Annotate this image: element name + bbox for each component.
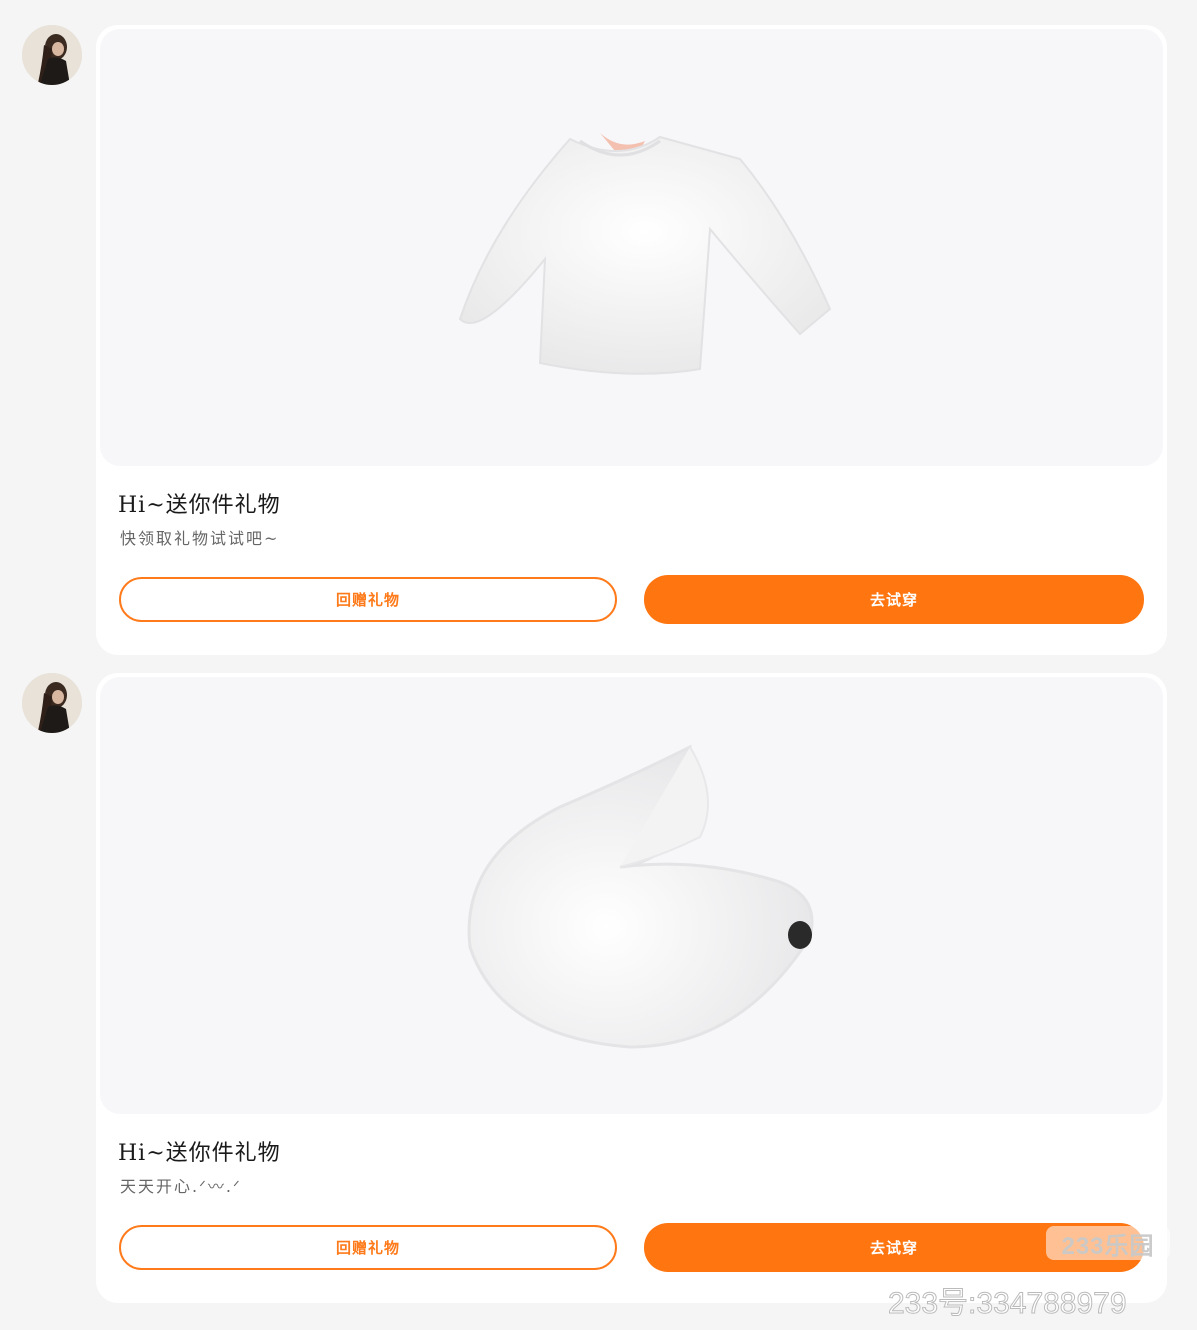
gift-card: Hi~送你件礼物 天天开心.ᐟ〰.ᐟ 回赠礼物 去试穿: [96, 673, 1167, 1303]
gift-subtitle: 天天开心.ᐟ〰.ᐟ: [120, 1177, 242, 1196]
avatar-image: [22, 25, 82, 85]
watermark-logo: 233乐园: [1046, 1226, 1170, 1260]
gift-card: Hi~送你件礼物 快领取礼物试试吧~ 回赠礼物 去试穿: [96, 25, 1167, 655]
gift-image[interactable]: [100, 677, 1163, 1114]
gift-title: Hi~送你件礼物: [118, 493, 281, 518]
avatar[interactable]: [22, 25, 82, 85]
white-fox-tail-image: [467, 744, 814, 1049]
avatar[interactable]: [22, 673, 82, 733]
white-sweater-image: [458, 133, 832, 375]
return-gift-button[interactable]: 回赠礼物: [119, 1225, 617, 1270]
gift-title: Hi~送你件礼物: [118, 1141, 281, 1166]
avatar-image: [22, 673, 82, 733]
watermark-id: 233号:334788979: [888, 1287, 1128, 1321]
try-on-button[interactable]: 去试穿: [644, 575, 1144, 624]
gift-image[interactable]: [100, 29, 1163, 466]
gift-subtitle: 快领取礼物试试吧~: [120, 529, 280, 548]
return-gift-button[interactable]: 回赠礼物: [119, 577, 617, 622]
